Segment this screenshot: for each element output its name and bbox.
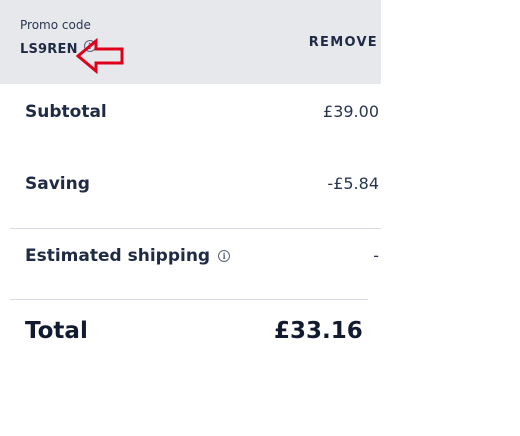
shipping-label-group: Estimated shipping i [25, 246, 231, 266]
shipping-info-icon[interactable]: i [218, 250, 231, 262]
divider [10, 228, 381, 229]
saving-row: Saving -£5.84 [25, 174, 379, 198]
applied-promo-code: LS9REN [20, 41, 78, 57]
subtotal-label: Subtotal [25, 102, 107, 122]
saving-value: -£5.84 [327, 174, 379, 193]
order-summary: Promo code LS9REN i REMOVE Subtotal £39.… [0, 0, 520, 436]
shipping-row: Estimated shipping i - [25, 246, 379, 270]
shipping-value: - [373, 246, 379, 265]
subtotal-value: £39.00 [323, 102, 379, 121]
shipping-label: Estimated shipping [25, 246, 211, 266]
red-arrow-annotation-icon [76, 38, 124, 74]
subtotal-row: Subtotal £39.00 [25, 102, 379, 126]
promo-code-panel: Promo code LS9REN i REMOVE [0, 0, 381, 84]
saving-label: Saving [25, 174, 90, 194]
remove-promo-button[interactable]: REMOVE [309, 35, 378, 50]
total-value: £33.16 [274, 318, 363, 344]
divider [10, 299, 368, 300]
promo-code-label: Promo code [20, 18, 91, 32]
total-label: Total [25, 318, 88, 344]
